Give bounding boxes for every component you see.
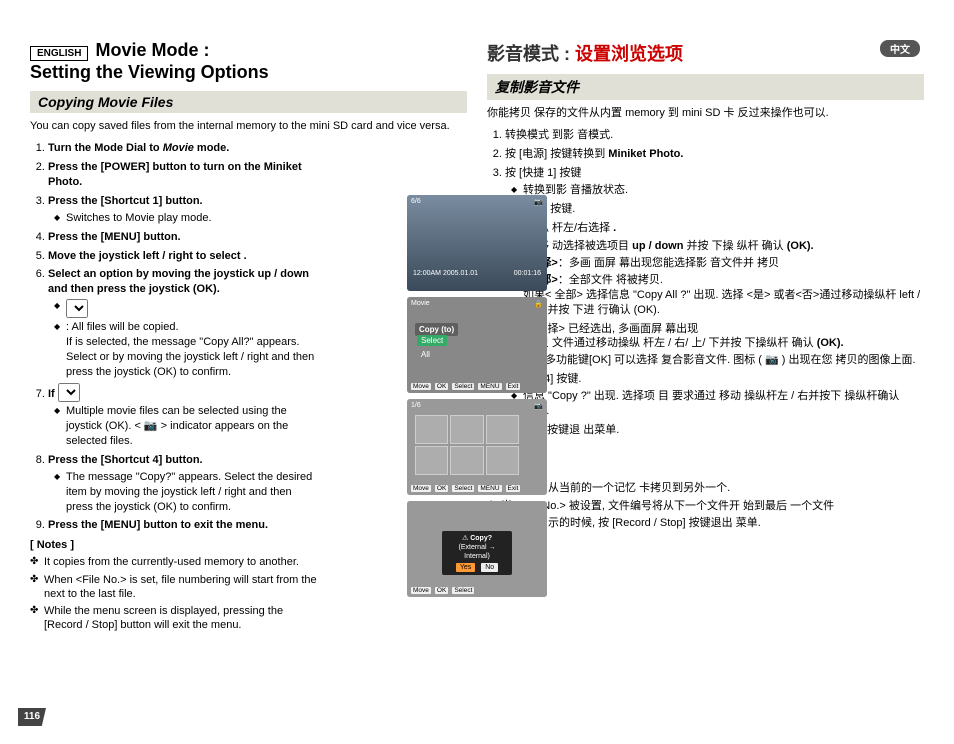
step-item: 移动操纵 杆左/右选择 . xyxy=(505,221,924,236)
title-cn: 影音模式 : 设置浏览选项 xyxy=(487,40,924,66)
step-sub-item: <选择>：多画 面屏 幕出现您能选择影 音文件并 拷贝 xyxy=(511,256,924,271)
dialog-sub: (External → Internal) xyxy=(459,544,496,560)
screenshot-8: 8 ⚠ Copy? (External → Internal) Yes No M… xyxy=(407,501,547,597)
step-sub-item: <全部>：全部文件 将被拷贝.如果< 全部> 选择信息 "Copy All ?"… xyxy=(511,273,924,318)
step-sub-item: 信息 "Copy ?" 出现. 选择项 目 要求通过 移动 操纵杆左 / 右并按… xyxy=(511,389,924,419)
note-item: 当 <File No.> 被设置, 文件编号将从下一个文件开 始到最后 一个文件 xyxy=(487,499,924,513)
left-column: ENGLISH Movie Mode : Setting the Viewing… xyxy=(30,40,472,636)
step-item: Move the joystick left / right to select… xyxy=(48,249,317,264)
step-item: Press the [MENU] button to exit the menu… xyxy=(48,518,317,533)
btn-ok: OK xyxy=(435,485,448,492)
btn-ok: OK xyxy=(435,587,448,594)
step-item: Press the [MENU] button. xyxy=(48,230,317,245)
btn-select: Select xyxy=(452,383,474,390)
steps-list-en: Turn the Mode Dial to Movie mode. Press t… xyxy=(30,141,317,533)
counter: 1/6 xyxy=(411,402,421,410)
screenshot-7: 7 1/6📷 Move OK Select MENU Exit xyxy=(407,399,547,495)
step-item: Press the [Shortcut 4] button.The messag… xyxy=(48,453,317,514)
btn-menu: MENU xyxy=(478,383,501,390)
step-item: 按 [菜单] 按键. xyxy=(505,202,924,217)
title-line2: Setting the Viewing Options xyxy=(30,62,467,84)
btn-exit: Exit xyxy=(506,383,521,390)
step-sub-item: 转换到影 音播放状态. xyxy=(511,183,924,198)
note-item: It copies from the currently-used memory… xyxy=(30,555,317,569)
title-cn-prefix: 影音模式 : xyxy=(487,44,575,64)
title-cn-red: 设置浏览选项 xyxy=(575,44,683,64)
intro-en: You can copy saved files from the intern… xyxy=(30,119,467,133)
option-select: Select xyxy=(417,335,447,346)
title-block: ENGLISH Movie Mode : Setting the Viewing… xyxy=(30,40,467,83)
step-item: 按 [电源] 按键转换到 Miniket Photo. xyxy=(505,147,924,162)
step-item: If is selected, Multi-view screen appear… xyxy=(48,383,317,449)
step-item: Press the [Shortcut 1] button.Switches t… xyxy=(48,194,317,226)
thumbnail-grid xyxy=(415,415,519,475)
btn-exit: Exit xyxy=(506,485,521,492)
btn-select: Select xyxy=(452,485,474,492)
step-item: Press the [POWER] button to turn on the … xyxy=(48,160,317,190)
step-sub-item: : All files will be copied.If is selecte… xyxy=(54,320,317,379)
step-sub-item: Multiple movie files can be selected usi… xyxy=(54,404,317,449)
notes-heading-en: [ Notes ] xyxy=(30,539,317,551)
note-item: When <File No.> is set, file numbering w… xyxy=(30,573,317,602)
notes-list-cn: 拷贝可以 从当前的一个记忆 卡拷贝到另外一个. 当 <File No.> 被设置,… xyxy=(487,481,924,530)
step-item: 按 [快捷 1] 按键转换到影 音播放状态. xyxy=(505,166,924,198)
lang-badge-en: ENGLISH xyxy=(30,46,88,61)
step-item: 按[菜单] 按键退 出菜单. xyxy=(505,423,924,438)
btn-move: Move xyxy=(411,485,431,492)
step-item: Turn the Mode Dial to Movie mode. xyxy=(48,141,317,156)
page-number: 116 xyxy=(18,708,46,726)
step-item: 按 [快捷4] 按键.信息 "Copy ?" 出现. 选择项 目 要求通过 移动… xyxy=(505,372,924,419)
screenshot-strip: 3 6/6📷 12:00AM 2005.01.01 00:01:16 5 Mov… xyxy=(407,195,547,597)
step-item: 操纵杆移 动选择被选项目 up / down 并按 下操 纵杆 确认 (OK).… xyxy=(505,239,924,317)
note-item: While the menu screen is displayed, pres… xyxy=(30,604,317,633)
step-sub-item: 通过多功能键[OK] 可以选择 复合影音文件. 图标 ( 📷 ) 出现在您 拷贝… xyxy=(511,353,924,368)
btn-ok: OK xyxy=(435,383,448,390)
steps-list-cn: 转换模式 到影 音模式. 按 [电源] 按键转换到 Miniket Photo. 按… xyxy=(487,128,924,437)
screenshot-3: 3 6/6📷 12:00AM 2005.01.01 00:01:16 xyxy=(407,195,547,291)
title-line1: Movie Mode : xyxy=(96,40,210,60)
btn-select: Select xyxy=(452,587,474,594)
counter: 6/6 xyxy=(411,198,421,206)
right-column: 中文 影音模式 : 设置浏览选项 复制影音文件 你能拷贝 保存的文件从内置 me… xyxy=(482,40,924,636)
section-heading-cn: 复制影音文件 xyxy=(487,74,924,100)
note-item: 拷贝可以 从当前的一个记忆 卡拷贝到另外一个. xyxy=(487,481,924,495)
btn-move: Move xyxy=(411,383,431,390)
step-item: 如果 <选择> 已经选出, 多画面屏 幕出现选择拷贝 文件通过移动操纵 杆左 /… xyxy=(505,322,924,369)
step-sub-item: The message "Copy?" appears. Select the … xyxy=(54,470,317,515)
screenshot-5: 5 Movie🔒 Copy (to) Select All Move OK Se… xyxy=(407,297,547,393)
btn-move: Move xyxy=(411,587,431,594)
copy-dialog: ⚠ Copy? (External → Internal) Yes No xyxy=(442,531,512,575)
dialog-yes: Yes xyxy=(456,563,475,572)
step-item: Select an option by moving the joystick … xyxy=(48,267,317,379)
clock: 12:00AM 2005.01.01 xyxy=(413,270,478,277)
notes-list-en: It copies from the currently-used memory… xyxy=(30,555,317,632)
option-all: All xyxy=(417,349,434,360)
dialog-no: No xyxy=(481,563,498,572)
notes-heading-cn: [ 注意] xyxy=(487,461,924,477)
dialog-title: Copy? xyxy=(470,535,492,542)
step-sub-item: : Multi-view screen appears and you can … xyxy=(54,299,317,318)
time: 00:01:16 xyxy=(514,270,541,277)
lang-badge-cn: 中文 xyxy=(880,40,920,57)
step-item: 转换模式 到影 音模式. xyxy=(505,128,924,143)
btn-menu: MENU xyxy=(478,485,501,492)
step-sub-item: Switches to Movie play mode. xyxy=(54,211,317,226)
intro-cn: 你能拷贝 保存的文件从内置 memory 到 mini SD 卡 反过来操作也可… xyxy=(487,106,924,120)
note-item: 当菜单显 示的时候, 按 [Record / Stop] 按键退出 菜单. xyxy=(487,516,924,530)
section-heading-en: Copying Movie Files xyxy=(30,91,467,113)
header: Movie xyxy=(411,300,430,308)
